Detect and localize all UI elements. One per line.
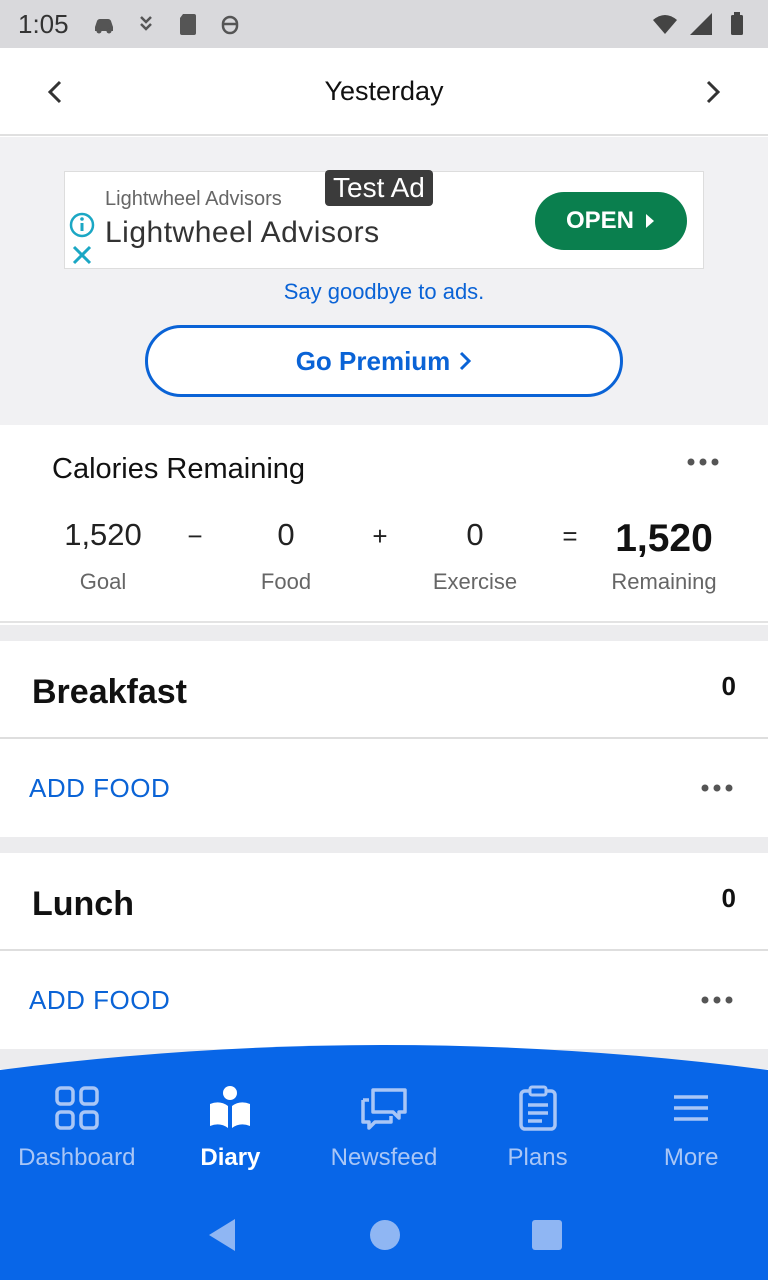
remaining-value: 1,520 (615, 517, 713, 560)
lunch-section: Lunch 0 ADD FOOD (0, 853, 768, 1047)
remaining-label: Remaining (611, 569, 717, 594)
newsfeed-icon (361, 1088, 407, 1130)
previous-day-button[interactable] (16, 48, 96, 136)
tab-newsfeed[interactable]: Newsfeed (307, 1080, 461, 1172)
tab-plans[interactable]: Plans (461, 1080, 615, 1172)
tab-dashboard[interactable]: Dashboard (0, 1080, 154, 1172)
minus-operator: − (187, 521, 203, 551)
more-options-icon[interactable] (686, 457, 720, 467)
goal-column: 1,520 Goal (28, 517, 178, 595)
status-bar: 1:05 (0, 0, 768, 48)
equals-operator: = (562, 521, 578, 551)
status-time: 1:05 (18, 8, 69, 39)
play-arrow-icon (646, 214, 654, 228)
more-options-icon[interactable] (700, 783, 734, 793)
diary-icon (210, 1086, 251, 1128)
meal-name: Lunch (32, 885, 134, 923)
add-food-button[interactable]: ADD FOOD (29, 985, 170, 1016)
breakfast-section: Breakfast 0 ADD FOOD (0, 641, 768, 835)
ad-open-label: OPEN (565, 207, 634, 234)
chevron-left-icon (47, 80, 62, 104)
tab-diary[interactable]: Diary (154, 1080, 308, 1172)
home-icon[interactable] (369, 1219, 401, 1251)
goal-value: 1,520 (64, 517, 142, 552)
remaining-column: 1,520 Remaining (589, 517, 739, 595)
system-navigation-bar (0, 1190, 768, 1280)
ad-area: Lightwheel Advisors Lightwheel Advisors … (0, 137, 768, 425)
food-label: Food (260, 569, 312, 594)
calories-title: Calories Remaining (52, 453, 306, 485)
section-divider (0, 837, 768, 853)
ad-open-button[interactable]: OPEN (535, 192, 687, 250)
exercise-column: 0 Exercise (400, 517, 550, 595)
section-divider (0, 625, 768, 641)
add-food-button[interactable]: ADD FOOD (29, 773, 170, 804)
menu-icon (674, 1095, 709, 1121)
sd-card-icon (179, 14, 196, 35)
exercise-label: Exercise (432, 569, 518, 594)
tab-label: Diary (200, 1144, 261, 1171)
tab-label: Newsfeed (330, 1144, 438, 1171)
page-title: Yesterday (324, 75, 444, 106)
bottom-tab-bar: Dashboard Diary Newsfeed Plans More (0, 1040, 768, 1200)
ad-advertiser-name: Lightwheel Advisors (105, 216, 380, 249)
more-options-icon[interactable] (700, 995, 734, 1005)
food-value: 0 (277, 517, 295, 552)
data-saver-icon (139, 16, 152, 31)
exercise-value: 0 (466, 517, 484, 552)
chevron-right-icon (706, 80, 721, 104)
recents-icon[interactable] (531, 1219, 563, 1251)
signal-icon (690, 13, 712, 35)
food-column: 0 Food (211, 517, 361, 595)
go-premium-label: Go Premium (295, 345, 451, 376)
car-icon (94, 19, 113, 34)
bug-icon (221, 15, 238, 35)
tab-label: Dashboard (18, 1144, 136, 1171)
ad-banner[interactable]: Lightwheel Advisors Lightwheel Advisors … (64, 170, 704, 269)
remove-ads-text[interactable]: Say goodbye to ads. (0, 279, 768, 305)
dashboard-icon (55, 1086, 99, 1130)
chevron-right-icon (460, 351, 472, 371)
meal-calories: 0 (721, 883, 736, 913)
breakfast-header[interactable]: Breakfast 0 (0, 641, 768, 739)
calories-remaining-card[interactable]: Calories Remaining 1,520 Goal − 0 Food +… (0, 425, 768, 623)
plans-icon (518, 1085, 557, 1131)
tab-label: Plans (507, 1144, 568, 1171)
go-premium-button[interactable]: Go Premium (145, 325, 623, 397)
ad-close-icon[interactable] (69, 242, 95, 268)
next-day-button[interactable] (672, 48, 752, 136)
date-navigator: Yesterday (0, 48, 768, 136)
wifi-icon (653, 15, 677, 34)
lunch-header[interactable]: Lunch 0 (0, 853, 768, 951)
goal-label: Goal (79, 569, 127, 594)
back-icon[interactable] (205, 1217, 239, 1253)
meal-calories: 0 (721, 671, 736, 701)
meal-name: Breakfast (32, 673, 187, 711)
tab-label: More (663, 1144, 719, 1171)
breakfast-add-row: ADD FOOD (0, 739, 768, 835)
lunch-add-row: ADD FOOD (0, 951, 768, 1047)
tab-more[interactable]: More (614, 1080, 768, 1172)
test-ad-badge: Test Ad (325, 170, 433, 206)
ad-advertiser-small: Lightwheel Advisors (105, 188, 282, 210)
battery-icon (731, 12, 743, 35)
ad-info-icon[interactable] (69, 212, 95, 238)
plus-operator: + (372, 521, 388, 551)
